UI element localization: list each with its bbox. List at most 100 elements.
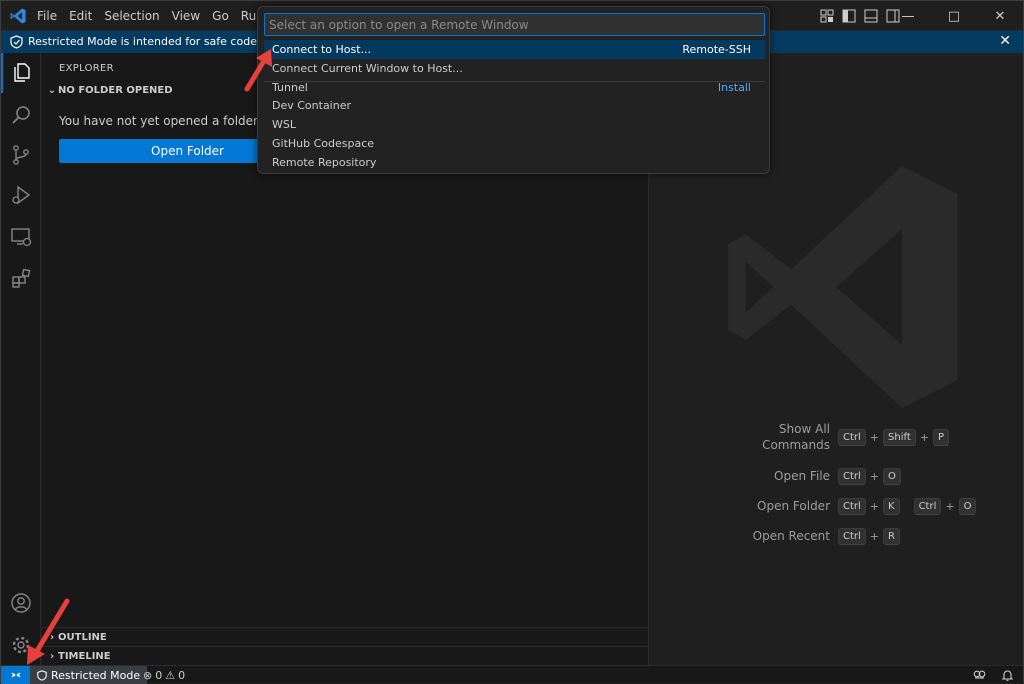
key: Ctrl [838, 429, 866, 446]
shortcut-open-folder: Open Folder Ctrl + K Ctrl + O [650, 498, 1023, 516]
shortcut-keys: Ctrl + O [838, 468, 901, 485]
remote-explorer-icon [11, 228, 32, 247]
files-icon [14, 63, 30, 82]
vscode-window: File Edit Selection View Go Run — □ ✕ Re… [0, 0, 1024, 684]
explorer-activity[interactable] [1, 53, 41, 93]
option-github-codespace[interactable]: GitHub Codespace [264, 134, 765, 153]
shortcut-label-line1: Show All [778, 422, 830, 436]
annotation-arrow-top [244, 49, 272, 92]
menu-view[interactable]: View [166, 1, 206, 31]
no-folder-message: You have not yet opened a folder. [59, 114, 261, 128]
maximize-icon[interactable]: □ [931, 1, 977, 31]
shortcut-label: Show All Commands [650, 421, 830, 453]
error-icon: ⊗ [143, 668, 153, 682]
banner-text: Restricted Mode is intended for safe cod… [28, 35, 260, 48]
chevron-down-icon: ⌄ [47, 85, 57, 96]
extensions-icon [12, 268, 31, 288]
menu-selection[interactable]: Selection [98, 1, 165, 31]
source-control-activity[interactable] [1, 135, 41, 175]
menu-go[interactable]: Go [206, 1, 235, 31]
option-tunnel[interactable]: Tunnel Install [264, 78, 765, 97]
remote-explorer-activity[interactable] [1, 217, 41, 257]
key: Ctrl [838, 468, 866, 485]
run-debug-icon [12, 185, 31, 205]
close-window-icon[interactable]: ✕ [977, 1, 1023, 31]
install-link[interactable]: Install [718, 78, 751, 97]
shortcut-keys: Ctrl + R [838, 528, 900, 545]
shortcut-keys: Ctrl + K Ctrl + O [838, 498, 977, 515]
search-activity[interactable] [1, 95, 41, 135]
section-label: NO FOLDER OPENED [58, 85, 173, 96]
option-dev-container[interactable]: Dev Container [264, 96, 765, 115]
toggle-primary-sidebar-icon[interactable] [841, 8, 857, 24]
status-right [973, 666, 1013, 684]
option-detail: Remote-SSH [682, 43, 751, 56]
shortcut-label: Open File [774, 469, 830, 483]
extensions-activity[interactable] [1, 259, 41, 299]
shortcut-show-all-commands: Show All Commands Ctrl + Shift + P [650, 421, 1023, 455]
shield-icon [37, 669, 47, 681]
option-wsl[interactable]: WSL [264, 115, 765, 134]
remote-icon [11, 672, 20, 678]
menu-edit[interactable]: Edit [63, 1, 98, 31]
source-control-icon [13, 145, 29, 165]
plus-sign: + [869, 530, 880, 543]
plus-sign: + [869, 470, 880, 483]
search-icon [12, 106, 30, 124]
key: K [883, 498, 900, 515]
option-remote-repository[interactable]: Remote Repository [264, 153, 765, 172]
toggle-panel-icon[interactable] [863, 8, 879, 24]
shortcut-open-recent: Open Recent Ctrl + R [650, 528, 1023, 546]
activity-bar [1, 53, 41, 665]
problems-status[interactable]: ⊗ 0 ⚠ 0 [143, 666, 185, 684]
option-connect-to-host[interactable]: Connect to Host... Remote-SSH [264, 40, 765, 59]
shortcut-label: Open Recent [752, 529, 830, 543]
key: Ctrl [838, 498, 866, 515]
outline-section-header[interactable]: › OUTLINE [42, 627, 648, 646]
plus-sign: + [869, 500, 880, 513]
error-count: 0 [155, 668, 163, 682]
plus-sign: + [919, 431, 929, 444]
menu-bar: File Edit Selection View Go Run [31, 1, 270, 31]
quick-pick-input[interactable] [264, 13, 765, 36]
key: O [958, 498, 977, 515]
key: Shift [883, 429, 916, 446]
bell-icon[interactable] [1002, 669, 1013, 681]
status-bar: Restricted Mode ⊗ 0 ⚠ 0 [1, 665, 1023, 684]
option-label: WSL [272, 118, 296, 131]
minimize-icon[interactable]: — [885, 1, 931, 31]
restricted-mode-label: Restricted Mode [51, 668, 141, 682]
option-label: GitHub Codespace [272, 137, 375, 150]
option-label: Remote Repository [272, 156, 377, 169]
key: Ctrl [913, 498, 942, 515]
remote-indicator-button[interactable] [1, 666, 30, 684]
timeline-section-header[interactable]: › TIMELINE [42, 646, 648, 665]
banner-close-icon[interactable]: ✕ [999, 33, 1011, 49]
shortcut-open-file: Open File Ctrl + O [650, 468, 1023, 486]
run-debug-activity[interactable] [1, 175, 41, 215]
key: P [932, 429, 949, 446]
remote-window-quick-pick: Connect to Host... Remote-SSH Connect Cu… [257, 6, 770, 174]
explorer-title: EXPLORER [59, 63, 114, 74]
vscode-logo-icon [10, 8, 26, 24]
plus-sign: + [869, 431, 880, 444]
key: O [883, 468, 901, 485]
menu-file[interactable]: File [31, 1, 63, 31]
shortcut-keys: Ctrl + Shift + P [838, 429, 949, 446]
shortcut-label-line2: Commands [762, 438, 830, 452]
customize-layout-icon[interactable] [819, 8, 835, 24]
plus-sign: + [945, 500, 955, 513]
copilot-icon[interactable] [973, 669, 986, 681]
option-label: Dev Container [272, 99, 351, 112]
option-connect-current-window[interactable]: Connect Current Window to Host... [264, 59, 765, 78]
option-label: Connect Current Window to Host... [272, 62, 463, 75]
key: Ctrl [838, 528, 866, 545]
shield-icon [10, 35, 23, 49]
key: R [883, 528, 900, 545]
warning-icon: ⚠ [165, 668, 176, 682]
annotation-arrow-bottom [27, 598, 70, 665]
window-controls: — □ ✕ [885, 1, 1023, 31]
no-folder-section-header[interactable]: ⌄ NO FOLDER OPENED [46, 85, 173, 96]
shortcut-label: Open Folder [757, 499, 830, 513]
restricted-mode-status[interactable]: Restricted Mode [30, 666, 148, 684]
